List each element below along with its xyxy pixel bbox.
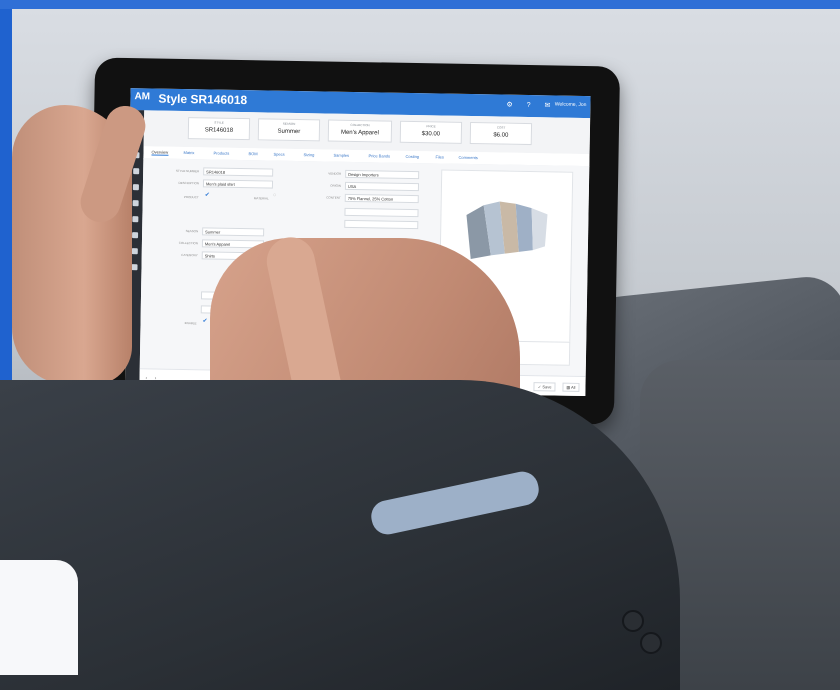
card-value: $30.00 [421, 131, 441, 138]
material-checkbox[interactable]: ○ [273, 193, 277, 199]
field-label: MATERIAL [253, 196, 269, 201]
card-value: SR146018 [204, 127, 234, 134]
sidebar-item-icon[interactable] [132, 232, 139, 239]
field-label: COLLECTION [178, 240, 198, 246]
summary-card-season: SEASON Summer [257, 118, 321, 142]
field-label: ENABLE [184, 321, 197, 326]
blank-field[interactable] [344, 219, 419, 230]
field-label: CATEGORY [181, 252, 198, 258]
tab-comments[interactable]: Comments [458, 155, 477, 160]
sidebar-item-icon[interactable] [132, 184, 139, 191]
summary-card-collection: COLLECTION Men's Apparel [327, 119, 393, 143]
tab-price-bands[interactable]: Price Bands [368, 153, 390, 158]
season-select[interactable]: Summer [202, 227, 265, 237]
sidebar-item-icon[interactable] [133, 168, 140, 175]
app-logo: AM [134, 91, 151, 103]
suit-sleeve [0, 380, 680, 690]
product-checkbox[interactable]: ✔ [205, 191, 210, 198]
tab-matrix[interactable]: Matrix [183, 150, 194, 155]
save-button[interactable]: ✓ Save [533, 382, 556, 392]
card-value: Men's Apparel [340, 129, 379, 137]
vendor-select[interactable]: Design Importers [345, 169, 420, 180]
card-key: PRICE [426, 124, 436, 129]
tab-specs[interactable]: Specs [273, 152, 284, 157]
style-number-field[interactable]: SR146018 [203, 167, 274, 177]
sidebar-item-icon[interactable] [132, 200, 139, 207]
summary-card-style: STYLE SR146018 [187, 117, 251, 141]
card-key: SEASON [282, 121, 296, 126]
tab-samples[interactable]: Samples [333, 153, 349, 158]
blank-field[interactable] [344, 207, 419, 218]
sidebar-item-icon[interactable] [131, 264, 138, 271]
content-field[interactable]: 75% Flannel, 25% Cotton [344, 193, 419, 204]
tab-files[interactable]: Files [435, 154, 444, 159]
tab-overview[interactable]: Overview [151, 149, 169, 156]
all-button[interactable]: ▦ All [562, 382, 580, 392]
user-welcome[interactable]: Welcome, Jon [555, 101, 587, 108]
field-label: VENDOR [328, 171, 342, 176]
sidebar-item-icon[interactable] [131, 248, 138, 255]
card-key: STYLE [214, 120, 224, 125]
header-icons[interactable]: ⚙ ? ✉ [506, 101, 556, 110]
card-value: $6.00 [493, 132, 509, 139]
page-title: Style SR146018 [158, 91, 248, 108]
shirts-image [466, 201, 548, 260]
summary-card-cost: COST $6.00 [469, 121, 533, 146]
description-field[interactable]: Men's plaid shirt [202, 179, 274, 189]
field-label: PRODUCT [183, 195, 199, 200]
summary-card-price: PRICE $30.00 [399, 120, 463, 144]
tab-bom[interactable]: BOM [248, 151, 257, 156]
suit-button [640, 632, 662, 654]
card-key: COLLECTION [350, 122, 370, 128]
tab-products[interactable]: Products [213, 151, 229, 156]
card-key: COST [496, 125, 506, 130]
tab-costing[interactable]: Costing [405, 154, 419, 159]
origin-field[interactable]: USA [344, 181, 420, 192]
card-value: Summer [277, 128, 301, 136]
field-label: DESCRIPTION [178, 180, 200, 186]
field-label: SEASON [185, 229, 199, 234]
suit-button [622, 610, 644, 632]
corner-card [0, 560, 78, 675]
enable-checkbox[interactable]: ✔ [203, 317, 208, 324]
sidebar-item-icon[interactable] [132, 216, 139, 223]
field-label: STYLE NUMBER [175, 168, 200, 174]
top-accent-bar [0, 0, 840, 9]
field-label: CONTENT [326, 195, 341, 200]
tab-sizing[interactable]: Sizing [303, 152, 314, 157]
field-label: ORIGIN [330, 183, 341, 188]
